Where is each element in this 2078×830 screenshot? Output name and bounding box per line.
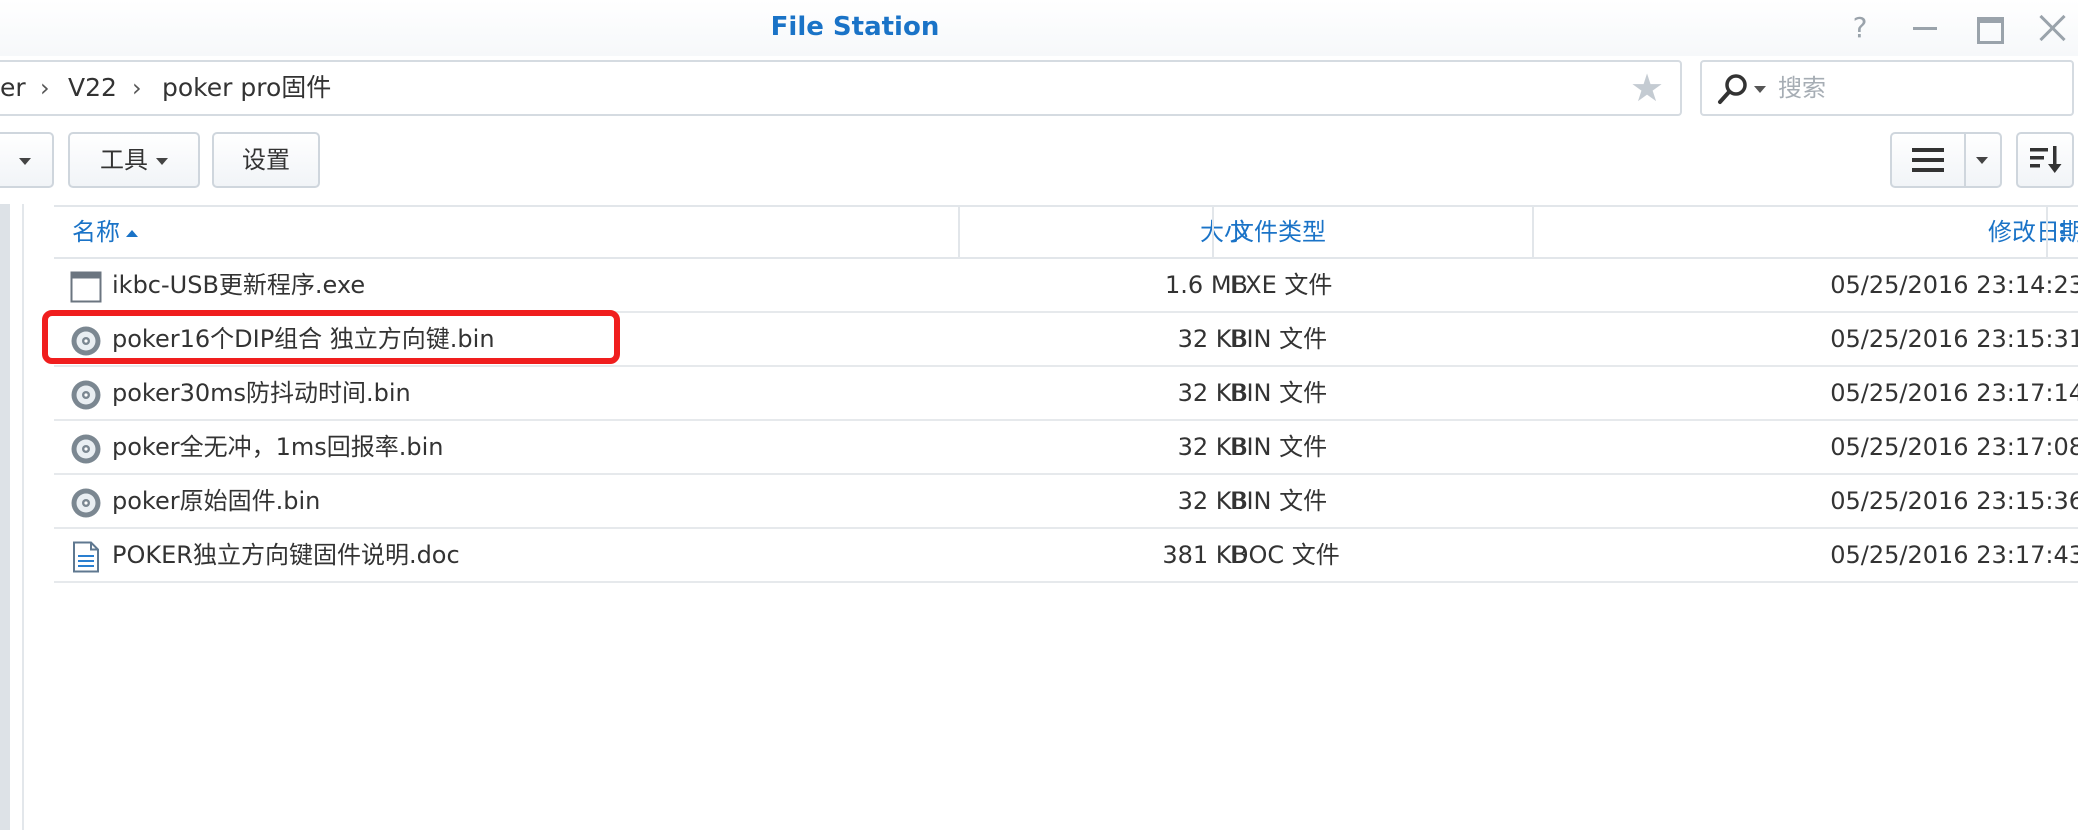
file-modified: 05/25/2016 23:17:43 (1830, 541, 2078, 569)
close-button[interactable] (2032, 8, 2072, 48)
help-button[interactable]: ? (1840, 8, 1880, 48)
favorite-star-icon[interactable]: ★ (1630, 68, 1664, 108)
table-row[interactable]: poker16个DIP组合 独立方向键.bin 32 KB BIN 文件 05/… (54, 313, 2078, 367)
column-header-modified[interactable]: 修改日期 (1554, 207, 2078, 257)
file-type: BIN 文件 (1230, 487, 1328, 515)
search-box (1700, 60, 2074, 116)
action-dropdown-button[interactable] (0, 132, 54, 188)
table-row[interactable]: poker30ms防抖动时间.bin 32 KB BIN 文件 05/25/20… (54, 367, 2078, 421)
chevron-down-icon (156, 157, 168, 165)
table-row[interactable]: ikbc-USB更新程序.exe 1.6 MB EXE 文件 05/25/201… (54, 259, 2078, 313)
list-view-icon (1912, 148, 1944, 172)
file-type: BIN 文件 (1230, 325, 1328, 353)
breadcrumb-separator-icon: › (40, 74, 50, 102)
table-header: 名称 大小 文件类型 修改日期 (54, 205, 2078, 259)
chevron-down-icon (19, 157, 31, 165)
file-size: 381 KB (1162, 541, 1248, 569)
file-name: poker全无冲，1ms回报率.bin (112, 433, 444, 461)
file-name: poker30ms防抖动时间.bin (112, 379, 411, 407)
file-size: 1.6 MB (1165, 271, 1248, 299)
sidebar-scrollbar[interactable] (0, 204, 10, 830)
file-modified: 05/25/2016 23:14:23 (1830, 271, 2078, 299)
breadcrumb-item-current[interactable]: poker pro固件 (162, 62, 331, 114)
divider (22, 204, 24, 830)
title-bar: File Station ? (0, 0, 2078, 56)
exe-window-icon (70, 271, 102, 303)
disc-image-icon (71, 488, 101, 518)
file-name: POKER独立方向键固件说明.doc (112, 541, 460, 569)
view-mode-button[interactable] (1890, 132, 2002, 188)
disc-image-icon (71, 434, 101, 464)
file-modified: 05/25/2016 23:17:08 (1830, 433, 2078, 461)
table-row[interactable]: poker原始固件.bin 32 KB BIN 文件 05/25/2016 23… (54, 475, 2078, 529)
file-modified: 05/25/2016 23:15:36 (1830, 487, 2078, 515)
window-title: File Station (770, 12, 940, 42)
table-row[interactable]: POKER独立方向键固件说明.doc 381 KB DOC 文件 05/25/2… (54, 529, 2078, 583)
search-icon[interactable] (1716, 72, 1750, 106)
minimize-button[interactable] (1905, 8, 1945, 48)
tools-button[interactable]: 工具 (68, 132, 200, 188)
file-type: BIN 文件 (1230, 433, 1328, 461)
file-type: EXE 文件 (1230, 271, 1333, 299)
disc-image-icon (71, 380, 101, 410)
file-size: 32 KB (1177, 433, 1248, 461)
file-size: 32 KB (1177, 325, 1248, 353)
breadcrumb-item[interactable]: V22 (68, 62, 117, 114)
file-modified: 05/25/2016 23:17:14 (1830, 379, 2078, 407)
file-type: BIN 文件 (1230, 379, 1328, 407)
file-name: poker原始固件.bin (112, 487, 321, 515)
document-icon (73, 541, 99, 573)
search-input[interactable] (1778, 70, 2058, 106)
breadcrumb-item[interactable]: er (0, 62, 26, 114)
file-name: ikbc-USB更新程序.exe (112, 271, 366, 299)
search-options-caret-icon[interactable] (1754, 86, 1766, 93)
tools-button-label: 工具 (100, 146, 148, 174)
file-type: DOC 文件 (1230, 541, 1340, 569)
sort-icon (2030, 146, 2062, 173)
breadcrumb-separator-icon: › (132, 74, 142, 102)
file-modified: 05/25/2016 23:15:31 (1830, 325, 2078, 353)
chevron-down-icon[interactable] (1976, 157, 1988, 164)
sort-button[interactable] (2016, 132, 2074, 188)
maximize-button[interactable] (1968, 8, 2008, 48)
settings-button[interactable]: 设置 (212, 132, 320, 188)
column-header-size[interactable]: 大小 (954, 207, 1248, 257)
disc-image-icon (71, 326, 101, 356)
column-options-icon[interactable] (2060, 221, 2064, 243)
file-size: 32 KB (1177, 487, 1248, 515)
table-row[interactable]: poker全无冲，1ms回报率.bin 32 KB BIN 文件 05/25/2… (54, 421, 2078, 475)
file-size: 32 KB (1177, 379, 1248, 407)
breadcrumb: er › V22 › poker pro固件 ★ (0, 60, 1682, 116)
column-header-name[interactable]: 名称 (72, 207, 138, 257)
file-name: poker16个DIP组合 独立方向键.bin (112, 325, 495, 353)
sort-ascending-icon (126, 229, 138, 237)
column-header-type[interactable]: 文件类型 (1230, 207, 1326, 257)
